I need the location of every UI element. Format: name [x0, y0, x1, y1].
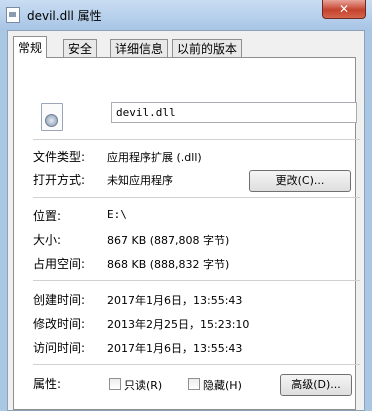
- modified-value: 2013年2月25日，15:23:10: [107, 318, 250, 331]
- size-on-disk-label: 占用空间:: [33, 257, 86, 271]
- divider: [33, 364, 360, 365]
- file-type-label: 文件类型:: [33, 150, 86, 164]
- file-type-value: 应用程序扩展 (.dll): [107, 151, 202, 164]
- accessed-label: 访问时间:: [33, 341, 86, 355]
- tab-security[interactable]: 安全: [63, 39, 98, 57]
- created-label: 创建时间:: [33, 293, 86, 307]
- change-button[interactable]: 更改(C)...: [249, 170, 351, 192]
- divider: [33, 139, 360, 140]
- hidden-label[interactable]: 隐藏(H): [203, 377, 242, 393]
- tab-general[interactable]: 常规: [13, 36, 48, 58]
- hidden-checkbox[interactable]: [188, 378, 200, 390]
- window-title: devil.dll 属性: [27, 9, 102, 23]
- size-label: 大小:: [33, 233, 62, 247]
- readonly-checkbox[interactable]: [109, 378, 121, 390]
- opens-with-value: 未知应用程序: [107, 174, 173, 187]
- tab-details[interactable]: 详细信息: [110, 39, 169, 57]
- location-value: E:\: [107, 208, 127, 221]
- opens-with-label: 打开方式:: [33, 173, 86, 187]
- divider: [33, 280, 360, 281]
- readonly-label[interactable]: 只读(R): [124, 377, 162, 393]
- general-panel: 文件类型: 应用程序扩展 (.dll) 打开方式: 未知应用程序 更改(C)..…: [13, 57, 360, 410]
- close-button[interactable]: ✕: [322, 0, 366, 19]
- attributes-label: 属性:: [33, 377, 62, 391]
- dll-file-icon: [6, 7, 20, 23]
- modified-label: 修改时间:: [33, 317, 86, 331]
- title-bar: devil.dll 属性 ✕: [0, 0, 372, 30]
- accessed-value: 2017年1月6日，13:55:43: [107, 342, 243, 355]
- size-value: 867 KB (887,808 字节): [107, 234, 230, 247]
- created-value: 2017年1月6日，13:55:43: [107, 294, 243, 307]
- tab-previous-versions[interactable]: 以前的版本: [172, 39, 243, 57]
- size-on-disk-value: 868 KB (888,832 字节): [107, 258, 230, 271]
- properties-dialog: 常规 安全 详细信息 以前的版本 文件类型: 应用程序扩展 (.dll) 打开方…: [7, 30, 365, 411]
- location-label: 位置:: [33, 209, 62, 223]
- dll-file-large-icon: [41, 103, 63, 131]
- advanced-button[interactable]: 高级(D)...: [280, 374, 352, 396]
- file-name-field[interactable]: [111, 102, 357, 123]
- divider: [33, 197, 360, 198]
